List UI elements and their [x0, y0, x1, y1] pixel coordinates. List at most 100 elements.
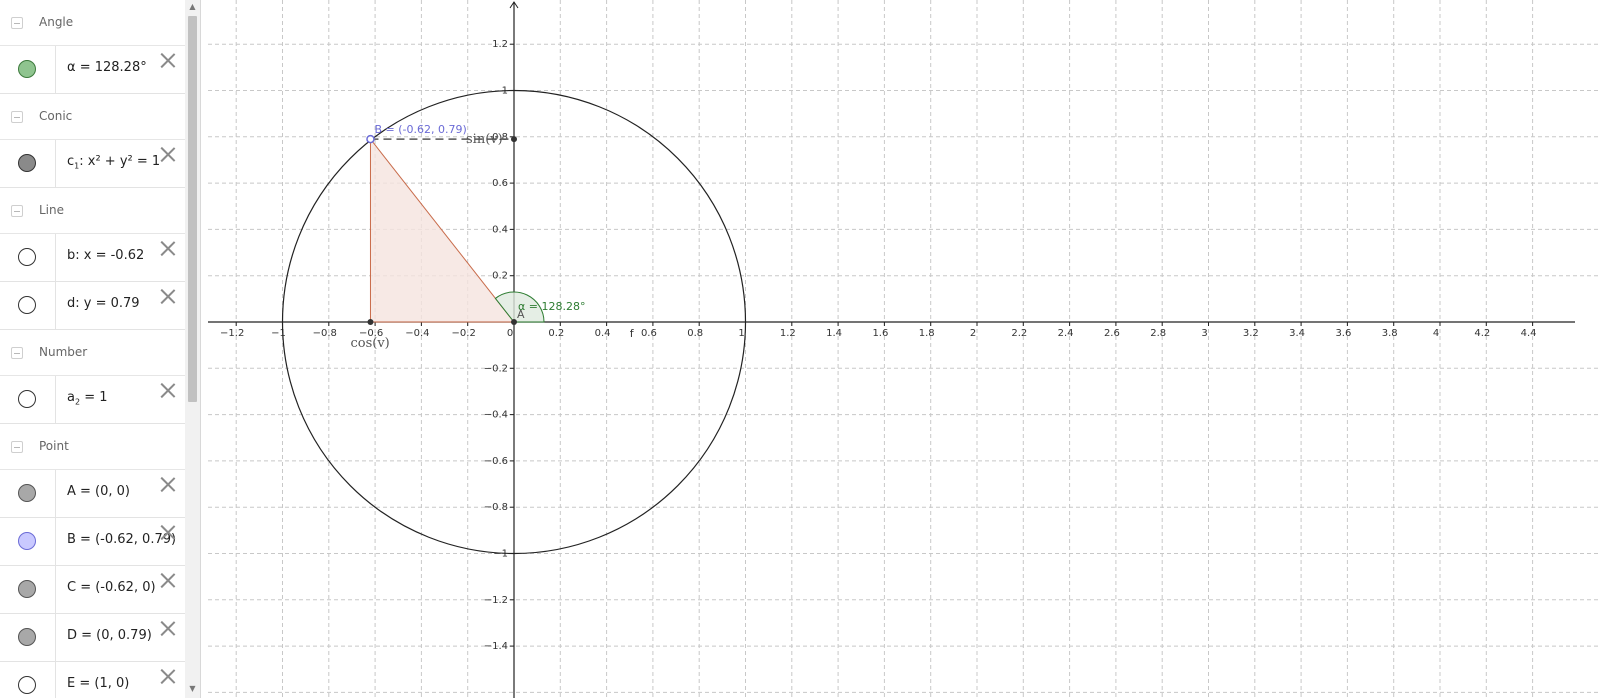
algebra-item[interactable]: B = (-0.62, 0.79) [0, 518, 185, 566]
marble-icon[interactable] [18, 296, 36, 314]
marble-icon[interactable] [18, 390, 36, 408]
y-tick-label: 0.4 [492, 224, 508, 235]
delete-icon[interactable] [160, 288, 176, 304]
algebra-item[interactable]: D = (0, 0.79) [0, 614, 185, 662]
x-tick-label: 2.8 [1150, 328, 1166, 339]
algebra-item-definition[interactable]: a2 = 1 [67, 390, 108, 407]
algebra-item[interactable]: E = (1, 0) [0, 662, 185, 698]
marble-icon[interactable] [18, 580, 36, 598]
x-tick-label: 4 [1433, 328, 1439, 339]
x-tick-label: −1 [271, 328, 286, 339]
delete-icon[interactable] [160, 620, 176, 636]
x-tick-label: −0.2 [452, 328, 476, 339]
x-tick-label: 0.4 [595, 328, 611, 339]
marble-icon[interactable] [18, 484, 36, 502]
marble-icon[interactable] [18, 248, 36, 266]
point-B[interactable] [366, 134, 375, 144]
sin-label: sin(v) [466, 132, 503, 147]
group-header-point[interactable]: Point [0, 424, 185, 470]
x-tick-label: 0 [507, 328, 513, 339]
x-tick-label: 2.2 [1011, 328, 1027, 339]
algebra-item-definition[interactable]: E = (1, 0) [67, 676, 129, 691]
x-tick-label: 1.4 [826, 328, 842, 339]
graphics-view[interactable]: −1.2 −1 −0.8 −0.6 −0.4 −0.2 0 0.2 0.4 0.6 0.8 1 1.2 1… [208, 0, 1600, 698]
algebra-item-definition[interactable]: c1: x² + y² = 1 [67, 154, 160, 171]
algebra-item[interactable]: A = (0, 0) [0, 470, 185, 518]
x-tick-label: 2.4 [1058, 328, 1074, 339]
x-tick-label: 1.6 [872, 328, 888, 339]
algebra-item-definition[interactable]: C = (-0.62, 0) [67, 580, 156, 595]
x-tick-label: −0.4 [405, 328, 429, 339]
delete-icon[interactable] [160, 476, 176, 492]
delete-icon[interactable] [160, 240, 176, 256]
visibility-toggle[interactable] [0, 376, 56, 423]
algebra-scrollbar[interactable]: ▲ ▼ [185, 0, 201, 698]
y-tick-label: −0.8 [484, 502, 508, 513]
algebra-list: Angle α = 128.28° Conic c1: x² + y² = 1 Line… [0, 0, 185, 698]
visibility-toggle[interactable] [0, 518, 56, 565]
x-tick-label: 1.8 [919, 328, 935, 339]
algebra-item-definition[interactable]: D = (0, 0.79) [67, 628, 152, 643]
delete-icon[interactable] [160, 524, 176, 540]
visibility-toggle[interactable] [0, 662, 56, 698]
visibility-toggle[interactable] [0, 566, 56, 613]
group-header-conic[interactable]: Conic [0, 94, 185, 140]
algebra-item[interactable]: d: y = 0.79 [0, 282, 185, 330]
algebra-item[interactable]: α = 128.28° [0, 46, 185, 94]
point-D[interactable] [511, 136, 517, 143]
scroll-thumb[interactable] [188, 16, 197, 402]
algebra-item-definition[interactable]: α = 128.28° [67, 60, 147, 75]
y-tick-label: 0.6 [492, 178, 508, 189]
visibility-toggle[interactable] [0, 46, 56, 93]
visibility-toggle[interactable] [0, 140, 56, 187]
algebra-item[interactable]: a2 = 1 [0, 376, 185, 424]
function-f-label: f [630, 327, 635, 340]
y-tick-label: −0.2 [484, 363, 508, 374]
visibility-toggle[interactable] [0, 282, 56, 329]
point-C[interactable] [367, 319, 374, 325]
delete-icon[interactable] [160, 52, 176, 68]
delete-icon[interactable] [160, 572, 176, 588]
x-tick-label: 4.4 [1521, 328, 1537, 339]
group-header-line[interactable]: Line [0, 188, 185, 234]
marble-icon[interactable] [18, 676, 36, 694]
visibility-toggle[interactable] [0, 470, 56, 517]
x-tick-label: 3.6 [1335, 328, 1351, 339]
algebra-view: Angle α = 128.28° Conic c1: x² + y² = 1 Line… [0, 0, 186, 698]
visibility-toggle[interactable] [0, 234, 56, 281]
algebra-item-definition[interactable]: d: y = 0.79 [67, 296, 140, 311]
x-tick-label: −1.2 [220, 328, 244, 339]
collapse-icon[interactable] [11, 441, 23, 453]
group-header-number[interactable]: Number [0, 330, 185, 376]
group-label: Angle [39, 15, 74, 29]
collapse-icon[interactable] [11, 111, 23, 123]
algebra-item-definition[interactable]: A = (0, 0) [67, 484, 130, 499]
algebra-item[interactable]: c1: x² + y² = 1 [0, 140, 185, 188]
scroll-up-arrow-icon[interactable]: ▲ [185, 0, 200, 14]
delete-icon[interactable] [160, 146, 176, 162]
y-tick-label: 1.2 [492, 39, 508, 50]
delete-icon[interactable] [160, 668, 176, 684]
marble-icon[interactable] [18, 154, 36, 172]
point-B-label: B = (-0.62, 0.79) [374, 123, 466, 136]
angle-label: α = 128.28° [518, 300, 585, 313]
marble-icon[interactable] [18, 628, 36, 646]
x-tick-label: 2 [970, 328, 976, 339]
algebra-item[interactable]: C = (-0.62, 0) [0, 566, 185, 614]
visibility-toggle[interactable] [0, 614, 56, 661]
group-label: Line [39, 203, 65, 217]
collapse-icon[interactable] [11, 17, 23, 29]
algebra-item-definition[interactable]: b: x = -0.62 [67, 248, 144, 263]
y-tick-label: −0.4 [484, 410, 508, 421]
graphics-canvas[interactable]: −1.2 −1 −0.8 −0.6 −0.4 −0.2 0 0.2 0.4 0.6 0.8 1 1.2 1… [208, 0, 1600, 698]
x-tick-label: 2.6 [1104, 328, 1120, 339]
scroll-down-arrow-icon[interactable]: ▼ [185, 682, 200, 696]
delete-icon[interactable] [160, 382, 176, 398]
group-header-angle[interactable]: Angle [0, 0, 185, 46]
collapse-icon[interactable] [11, 347, 23, 359]
collapse-icon[interactable] [11, 205, 23, 217]
marble-icon[interactable] [18, 532, 36, 550]
y-tick-label: −1.4 [484, 641, 508, 652]
marble-icon[interactable] [18, 60, 36, 78]
algebra-item[interactable]: b: x = -0.62 [0, 234, 185, 282]
